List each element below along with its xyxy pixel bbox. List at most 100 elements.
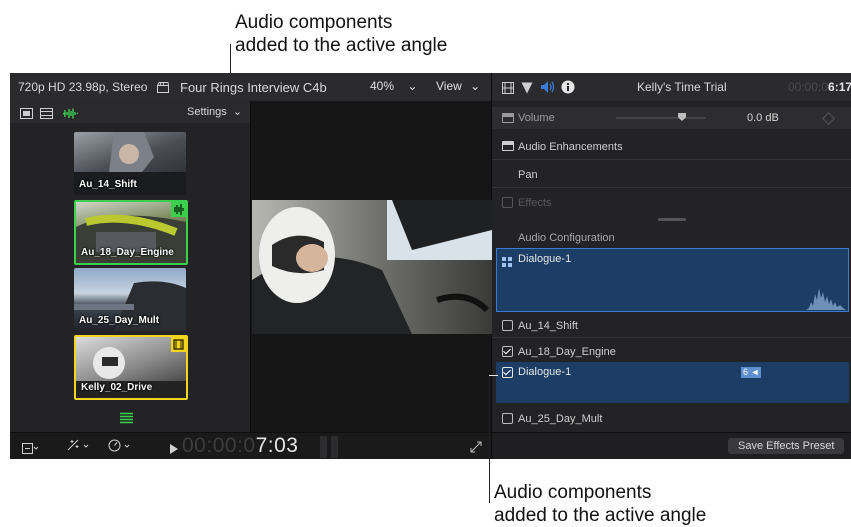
audio-enhancements-row[interactable]: Audio Enhancements [492, 135, 851, 157]
video-audio-switch-icon[interactable] [20, 106, 33, 119]
inspector-header: Kelly's Time Trial 00:00:06:17 [492, 73, 851, 101]
audio-configuration-row: Audio Configuration [492, 227, 851, 249]
component-checkbox[interactable] [502, 320, 513, 331]
enhance-icon[interactable] [66, 439, 92, 452]
audio-enhancements-label: Audio Enhancements [518, 141, 623, 153]
audio-inspector-icon[interactable] [540, 80, 555, 94]
leader-bottom-horizontal [489, 375, 498, 376]
collapse-icon[interactable] [502, 141, 514, 151]
component-checkbox[interactable] [502, 367, 513, 378]
play-icon[interactable] [170, 441, 178, 454]
inspector-footer: Save Effects Preset [492, 432, 851, 459]
audio-active-badge [171, 202, 186, 217]
viewer-bottom-bar: 00:00:07:03 [10, 432, 491, 459]
effects-row[interactable]: Effects [492, 191, 851, 213]
channel-count: 6 [743, 367, 749, 377]
speaker-icon: ◄ [750, 367, 760, 377]
format-label: 720p HD 23.98p, Stereo [18, 80, 148, 94]
callout-top: Audio components added to the active ang… [235, 11, 447, 57]
component-au-14-shift[interactable]: Au_14_Shift [492, 315, 851, 337]
transform-icon[interactable] [22, 441, 39, 454]
angle-viewer: Settings ⌄ Au_14_Shift Au_18_Day_Engine … [10, 101, 250, 432]
effects-label: Effects [518, 197, 552, 209]
color-inspector-icon[interactable] [521, 81, 533, 94]
angle-thumbnail-3[interactable]: Au_25_Day_Mult [74, 268, 186, 331]
panel-drag-handle[interactable] [658, 218, 686, 221]
clapper-icon[interactable] [157, 80, 169, 93]
chevron-down-icon: ⌄ [407, 79, 418, 93]
video-active-badge [171, 337, 186, 352]
angle-thumbnail-1[interactable]: Au_14_Shift [74, 132, 186, 195]
angle-thumbnail-2[interactable]: Au_18_Day_Engine [74, 200, 188, 265]
info-icon[interactable] [561, 80, 575, 94]
duration-bright: 6:17 [828, 80, 851, 94]
callout-bottom-line2: added to the active angle [494, 505, 707, 526]
angle-label-1: Au_14_Shift [79, 179, 137, 190]
audio-configuration-label: Audio Configuration [518, 232, 615, 244]
divider-line [492, 187, 851, 188]
angle-label-3: Au_25_Day_Mult [79, 315, 160, 326]
clip-name: Kelly's Time Trial [637, 80, 727, 94]
view-label: View [436, 79, 462, 93]
video-only-switch-icon[interactable] [40, 106, 53, 119]
zoom-value: 40% [370, 79, 395, 93]
divider-line [492, 159, 851, 160]
volume-slider-knob[interactable] [678, 113, 686, 121]
fcp-window: 720p HD 23.98p, Stereo Four Rings Interv… [10, 73, 851, 459]
angle-label-2: Au_18_Day_Engine [81, 247, 174, 258]
timecode-bright: 7:03 [255, 434, 299, 457]
viewer-frame [252, 200, 492, 334]
audio-meter-icon [320, 436, 340, 458]
component-label: Au_25_Day_Mult [518, 413, 603, 425]
leader-bottom-vertical [489, 375, 490, 503]
pan-row[interactable]: Pan [492, 163, 851, 185]
component-au-18-day-engine[interactable]: Au_18_Day_Engine [492, 341, 851, 363]
settings-menu[interactable]: Settings ⌄ [187, 105, 242, 118]
chevron-down-icon: ⌄ [232, 106, 243, 118]
component-label: Dialogue-1 [518, 253, 572, 265]
angle-label-4: Kelly_02_Drive [81, 382, 153, 393]
callout-bottom-line1: Audio components [494, 482, 652, 503]
zoom-menu[interactable]: 40% ⌄ [370, 79, 417, 93]
save-effects-preset-button[interactable]: Save Effects Preset [728, 438, 845, 454]
viewer [251, 101, 492, 432]
pan-label: Pan [518, 169, 538, 181]
settings-label: Settings [187, 106, 227, 118]
angle-list-icon[interactable] [120, 411, 133, 424]
component-label: Dialogue-1 [518, 366, 572, 378]
channel-badge: 6 ◄ [741, 367, 762, 378]
film-icon [173, 339, 184, 350]
speed-icon[interactable] [108, 439, 134, 452]
component-label: Au_18_Day_Engine [518, 346, 616, 358]
component-checkbox[interactable] [502, 346, 513, 357]
timecode-dim: 00:00:0 [182, 434, 256, 457]
collapse-icon[interactable] [502, 113, 514, 123]
component-au-25-day-mult[interactable]: Au_25_Day_Mult [492, 408, 851, 430]
component-checkbox[interactable] [502, 413, 513, 424]
chevron-down-icon: ⌄ [470, 79, 481, 93]
keyframe-icon[interactable] [822, 112, 835, 125]
component-dialogue-sub[interactable]: Dialogue-1 6 ◄ [496, 362, 849, 403]
angle-viewer-header: Settings ⌄ [10, 101, 250, 123]
angle-thumbnail-4[interactable]: Kelly_02_Drive [74, 335, 188, 400]
waveform-icon [806, 288, 846, 310]
callout-bottom: Audio components added to the active ang… [494, 481, 706, 527]
callout-top-line2: added to the active angle [235, 35, 448, 56]
fullscreen-icon[interactable] [470, 440, 482, 453]
audio-only-switch-icon[interactable] [62, 106, 78, 119]
component-label: Au_14_Shift [518, 320, 578, 332]
volume-slider[interactable] [616, 113, 706, 121]
view-menu[interactable]: View ⌄ [436, 79, 480, 93]
video-inspector-icon[interactable] [502, 81, 514, 94]
project-title: Four Rings Interview C4b [180, 80, 327, 95]
waveform-icon [174, 204, 184, 215]
grid-icon [502, 254, 512, 267]
volume-row: Volume 0.0 dB [492, 107, 851, 129]
callout-top-line1: Audio components [235, 12, 393, 33]
effects-checkbox[interactable] [502, 197, 513, 208]
timecode-display: 00:00:07:03 [182, 434, 298, 458]
component-dialogue-group[interactable]: Dialogue-1 [496, 248, 849, 312]
volume-value: 0.0 dB [747, 112, 779, 124]
clip-duration: 00:00:06:17 [788, 80, 851, 94]
duration-dim: 00:00:0 [788, 80, 829, 94]
